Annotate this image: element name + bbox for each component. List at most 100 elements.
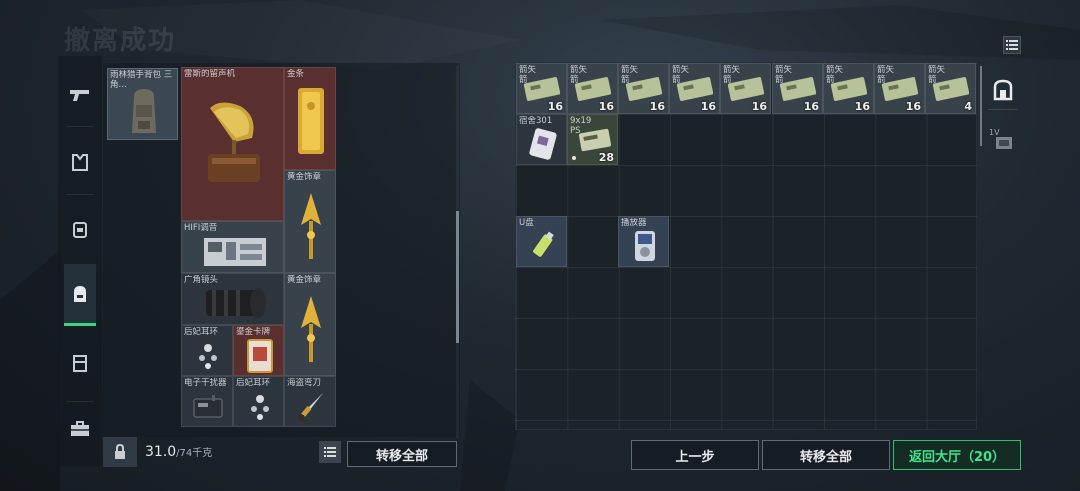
inventory-item[interactable]: 后妃耳环 — [233, 376, 284, 427]
item-count: 16 — [854, 100, 870, 113]
inventory-item[interactable]: 宿舍301 — [516, 114, 567, 165]
key-card-icon — [529, 128, 557, 160]
item-label: 宿舍301 — [519, 116, 553, 126]
backpack-icon — [74, 285, 86, 302]
list-icon — [1006, 40, 1018, 50]
earring-icon — [199, 344, 217, 369]
stash-grid: 箭矢 箭 16 箭矢 箭 16 箭矢 箭 16 箭矢 箭 16 箭矢 箭 16 … — [515, 62, 977, 430]
return-lobby-button[interactable]: 返回大厅（20） — [893, 440, 1021, 470]
scrollbar-thumb[interactable] — [456, 211, 459, 343]
inventory-item[interactable]: 金条 — [284, 67, 336, 170]
back-button[interactable]: 上一步 — [631, 440, 759, 470]
equipment-sidebar — [58, 56, 102, 466]
sidebar-divider — [66, 126, 94, 127]
inventory-item[interactable]: 黄金饰章 — [284, 273, 336, 376]
gold-emblem-icon — [301, 296, 321, 362]
safebox-tab[interactable] — [64, 398, 96, 460]
ammo-box-item[interactable]: 箭矢 箭 16 — [874, 63, 925, 114]
stash-scrollbar[interactable] — [980, 66, 982, 146]
list-icon — [324, 447, 336, 457]
ammo-crate-icon — [779, 77, 817, 101]
stash-tabs: 1V — [986, 62, 1020, 172]
item-label: 后妃耳环 — [184, 327, 219, 337]
ammo-crate-icon — [881, 77, 919, 101]
status-dot — [572, 156, 576, 160]
item-label: 雷斯的留声机 — [184, 69, 236, 79]
menu-button[interactable] — [1003, 36, 1021, 54]
item-count: 16 — [751, 100, 767, 113]
inventory-item[interactable]: 鎏金卡牌 — [233, 325, 284, 376]
transfer-all-backpack-button[interactable]: 转移全部 — [347, 441, 457, 467]
item-count: 16 — [700, 100, 716, 113]
ammo-crate-icon — [727, 77, 765, 101]
sidebar-divider — [66, 194, 94, 195]
item-label: 播放器 — [621, 218, 647, 228]
item-label: 黄金饰章 — [287, 172, 322, 182]
inventory-item[interactable]: 雷斯的留声机 — [181, 67, 284, 221]
usb-drive-icon — [533, 231, 554, 257]
ammo-box-item[interactable]: 箭矢 箭 16 — [567, 63, 618, 114]
backpack-slot[interactable]: 雨林猎手背包 三角… — [107, 68, 178, 140]
sort-list-button[interactable] — [319, 441, 341, 463]
inventory-item[interactable]: 9x19 PS 28 — [567, 114, 618, 165]
camera-lens-icon — [206, 288, 266, 318]
chest-rig-icon — [73, 222, 87, 238]
device-tab[interactable]: 1V — [988, 124, 1018, 164]
item-label: 金条 — [287, 69, 305, 79]
gold-bar-icon — [298, 88, 324, 154]
inventory-item[interactable]: U盘 — [516, 216, 567, 267]
gun-icon — [70, 90, 89, 101]
inventory-item[interactable]: 后妃耳环 — [181, 325, 233, 376]
weapon-tab[interactable] — [64, 64, 96, 126]
item-label: 鎏金卡牌 — [236, 327, 271, 337]
inventory-item[interactable]: 海盗弯刀 — [284, 376, 336, 427]
inventory-item[interactable]: 黄金饰章 — [284, 170, 336, 273]
pirate-knife-icon — [299, 393, 323, 421]
ammo-box-item[interactable]: 箭矢 箭 16 — [720, 63, 771, 114]
ammo-box-item[interactable]: 箭矢 箭 16 — [516, 63, 567, 114]
ammo-crate-icon — [676, 77, 714, 101]
device-icon — [996, 137, 1012, 149]
mp3-player-icon — [635, 231, 655, 261]
item-count: 16 — [803, 100, 819, 113]
item-label: 黄金饰章 — [287, 275, 322, 285]
ammo-box-item[interactable]: 箭矢 箭 16 — [772, 63, 823, 114]
ammo-box-icon — [578, 128, 612, 152]
inventory-item[interactable]: 广角镜头 — [181, 273, 284, 325]
ammo-box-item[interactable]: 箭矢 箭 4 — [925, 63, 976, 114]
weight-current: 31.0 — [145, 444, 177, 460]
weight-display: 31.0/74千克 — [145, 444, 212, 460]
inventory-item[interactable]: HIFI调音 — [181, 221, 284, 273]
transfer-all-button[interactable]: 转移全部 — [762, 440, 890, 470]
backpack-icon — [132, 89, 156, 133]
jammer-icon — [193, 395, 223, 418]
safehouse-tab[interactable] — [988, 70, 1018, 110]
item-label: 海盗弯刀 — [287, 378, 322, 388]
gold-emblem-icon — [301, 193, 321, 259]
inventory-item[interactable]: 电子干扰器 — [181, 376, 233, 427]
ammo-crate-icon — [830, 77, 868, 101]
container-tab[interactable] — [64, 332, 96, 394]
vest-icon — [72, 154, 88, 171]
ammo-crate-icon — [932, 77, 970, 101]
item-count: 28 — [598, 151, 614, 164]
ammo-crate-icon — [523, 77, 561, 101]
ammo-box-item[interactable]: 箭矢 箭 16 — [618, 63, 669, 114]
item-count: 16 — [905, 100, 921, 113]
item-count: 16 — [649, 100, 665, 113]
page-title: 撤离成功 — [64, 26, 177, 56]
lock-button[interactable] — [103, 437, 137, 467]
inventory-item[interactable]: 播放器 — [618, 216, 669, 267]
chest-rig-tab[interactable] — [64, 198, 96, 260]
backpack-scrollbar[interactable] — [456, 66, 459, 438]
armor-tab[interactable] — [64, 131, 96, 193]
item-label: U盘 — [519, 218, 534, 228]
weight-max: /74千克 — [176, 448, 213, 459]
backpack-tab[interactable] — [64, 264, 96, 326]
backpack-grid: 雷斯的留声机 金条 黄金饰章 HIFI调音 广角镜头 黄金饰章 后妃耳环 鎏金卡… — [181, 67, 336, 427]
item-label: 后妃耳环 — [236, 378, 271, 388]
pouch-icon — [73, 355, 87, 372]
item-count: 4 — [964, 100, 972, 113]
ammo-box-item[interactable]: 箭矢 箭 16 — [823, 63, 874, 114]
ammo-box-item[interactable]: 箭矢 箭 16 — [669, 63, 720, 114]
